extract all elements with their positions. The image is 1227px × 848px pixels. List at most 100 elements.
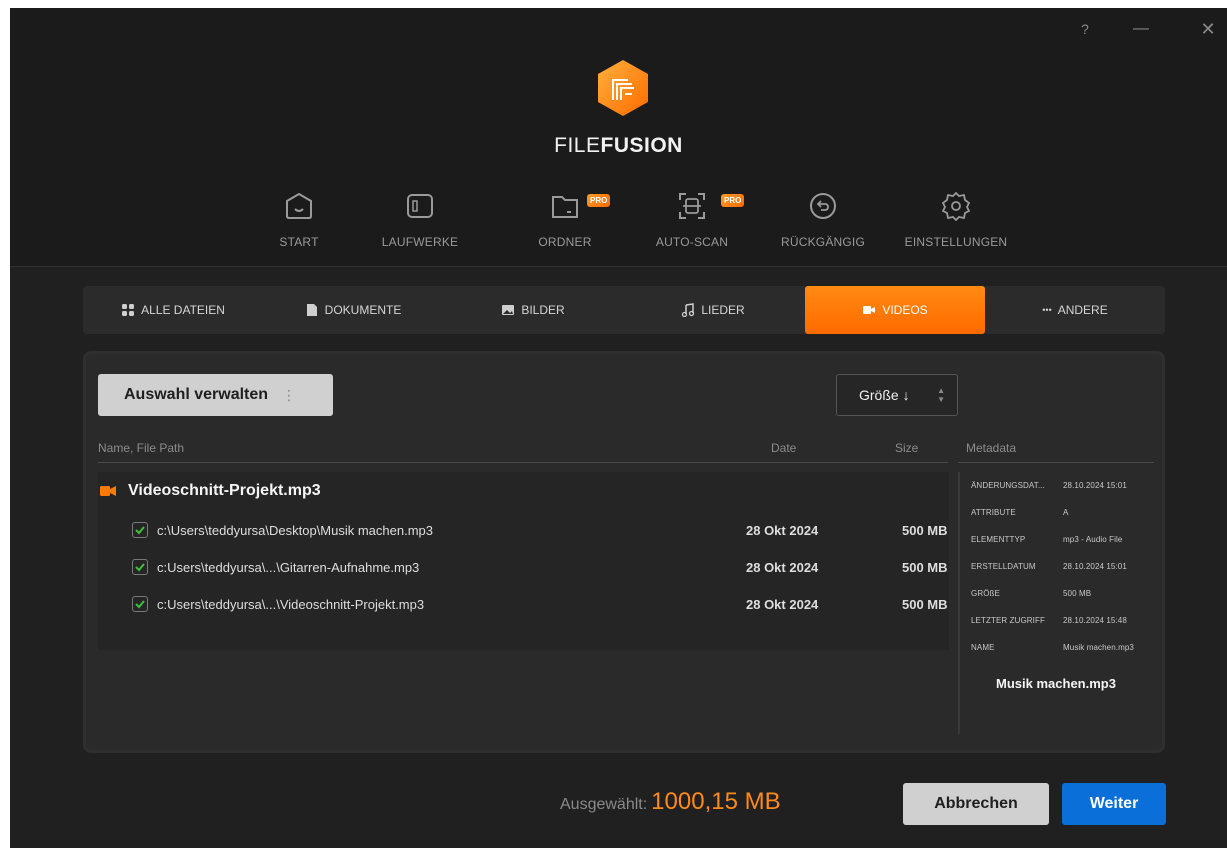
file-checkbox[interactable] bbox=[132, 596, 148, 612]
nav-label: START bbox=[279, 235, 319, 249]
file-row[interactable]: c:Users\teddyursa\...\Gitarren-Aufnahme.… bbox=[98, 549, 949, 585]
tab-label: LIEDER bbox=[701, 303, 745, 317]
document-icon bbox=[306, 304, 317, 316]
brand-name-bold: FUSION bbox=[600, 134, 683, 157]
checkmark-icon bbox=[135, 526, 145, 535]
video-file-icon bbox=[100, 486, 116, 496]
category-tabs: ALLE DATEIEN DOKUMENTE BILDER LIEDER VID… bbox=[83, 286, 1165, 334]
brand-name: FILEFUSION bbox=[10, 134, 1227, 158]
metadata-divider bbox=[958, 462, 1154, 463]
tab-videos[interactable]: VIDEOS bbox=[805, 286, 985, 334]
column-header-size[interactable]: Size bbox=[895, 441, 918, 455]
metadata-key: GRÖßE bbox=[971, 589, 1000, 598]
duplicate-group-row[interactable]: Videoschnitt-Projekt.mp3 bbox=[98, 472, 949, 510]
metadata-value: 28.10.2024 15:48 bbox=[1063, 616, 1127, 625]
nav-label: RÜCKGÄNGIG bbox=[780, 235, 865, 249]
checkmark-icon bbox=[135, 563, 145, 572]
manage-selection-button[interactable]: Auswahl verwalten ⋮ bbox=[98, 374, 333, 416]
file-date: 28 Okt 2024 bbox=[746, 596, 819, 612]
column-header-name[interactable]: Name, File Path bbox=[98, 441, 184, 455]
sort-select-value: Größe ↓ bbox=[859, 387, 910, 403]
nav-label: AUTO-SCAN bbox=[655, 235, 729, 249]
file-path: c:\Users\teddyursa\Desktop\Musik machen.… bbox=[157, 522, 433, 538]
metadata-value: Musik machen.mp3 bbox=[1063, 643, 1134, 652]
metadata-value: A bbox=[1063, 508, 1069, 517]
undo-icon bbox=[810, 193, 836, 219]
file-list: Videoschnitt-Projekt.mp3 c:\Users\teddyu… bbox=[98, 472, 949, 650]
pro-badge: PRO bbox=[587, 194, 611, 207]
column-header-metadata: Metadata bbox=[966, 441, 1017, 455]
nav-label: EINSTELLUNGEN bbox=[904, 235, 1008, 249]
sort-arrows-icon: ▲ ▼ bbox=[937, 386, 945, 404]
home-icon bbox=[286, 192, 312, 219]
metadata-scroll-divider[interactable] bbox=[958, 472, 960, 734]
brand-name-light: FILE bbox=[554, 134, 601, 157]
metadata-key: LETZTER ZUGRIFF bbox=[971, 616, 1045, 625]
nav-settings[interactable]: EINSTELLUNGEN bbox=[901, 191, 1011, 261]
file-checkbox[interactable] bbox=[132, 522, 148, 538]
folder-icon bbox=[552, 196, 578, 218]
file-row[interactable]: c:Users\teddyursa\...\Videoschnitt-Proje… bbox=[98, 586, 949, 622]
dots-icon: ••• bbox=[1042, 305, 1052, 315]
file-path: c:Users\teddyursa\...\Gitarren-Aufnahme.… bbox=[157, 559, 420, 575]
tab-others[interactable]: ••• ANDERE bbox=[985, 286, 1165, 334]
tab-documents[interactable]: DOKUMENTE bbox=[263, 286, 443, 334]
filefusion-logo-icon bbox=[598, 60, 648, 116]
tab-label: VIDEOS bbox=[882, 303, 928, 317]
file-path: c:Users\teddyursa\...\Videoschnitt-Proje… bbox=[157, 596, 425, 612]
music-icon bbox=[682, 303, 695, 317]
app-window: ? — ✕ FILEFUSION START LAUFWERKE PRO ORD… bbox=[10, 8, 1227, 848]
metadata-key: ERSTELLDATUM bbox=[971, 562, 1036, 571]
checkmark-icon bbox=[135, 600, 145, 609]
group-name: Videoschnitt-Projekt.mp3 bbox=[128, 482, 321, 499]
nav-label: ORDNER bbox=[538, 235, 592, 249]
file-size: 500 MB bbox=[902, 596, 948, 612]
tab-label: DOKUMENTE bbox=[324, 303, 402, 317]
help-button[interactable]: ? bbox=[1070, 16, 1100, 42]
tab-songs[interactable]: LIEDER bbox=[623, 286, 803, 334]
nav-drives[interactable]: LAUFWERKE bbox=[365, 191, 475, 261]
sort-select[interactable]: Größe ↓ ▲ ▼ bbox=[836, 374, 958, 416]
file-date: 28 Okt 2024 bbox=[746, 559, 819, 575]
file-checkbox[interactable] bbox=[132, 559, 148, 575]
file-row[interactable]: c:\Users\teddyursa\Desktop\Musik machen.… bbox=[98, 512, 949, 548]
metadata-key: ÄNDERUNGSDAT... bbox=[971, 481, 1045, 490]
metadata-value: 500 MB bbox=[1063, 589, 1092, 598]
metadata-file-name: Musik machen.mp3 bbox=[996, 676, 1116, 691]
image-icon bbox=[502, 305, 515, 315]
nav-auto-scan[interactable]: PRO AUTO-SCAN bbox=[637, 191, 747, 261]
tab-label: ANDERE bbox=[1057, 303, 1108, 317]
tab-label: BILDER bbox=[521, 303, 565, 317]
auto-scan-icon bbox=[679, 193, 705, 219]
nav-folders[interactable]: PRO ORDNER bbox=[510, 191, 620, 261]
tab-images[interactable]: BILDER bbox=[443, 286, 623, 334]
cancel-button[interactable]: Abbrechen bbox=[903, 783, 1049, 825]
selected-value: 1000,15 MB bbox=[651, 788, 781, 815]
nav-start[interactable]: START bbox=[244, 191, 354, 261]
metadata-key: ELEMENTTYP bbox=[971, 535, 1026, 544]
more-vertical-icon: ⋮ bbox=[282, 386, 297, 403]
header-divider bbox=[98, 462, 948, 463]
footer: Ausgewählt: 1000,15 MB Abbrechen Weiter bbox=[10, 778, 1227, 838]
header: ? — ✕ FILEFUSION START LAUFWERKE PRO ORD… bbox=[10, 8, 1227, 267]
file-date: 28 Okt 2024 bbox=[746, 522, 819, 538]
close-button[interactable]: ✕ bbox=[1193, 16, 1223, 42]
tab-label: ALLE DATEIEN bbox=[141, 303, 225, 317]
selected-size: Ausgewählt: 1000,15 MB bbox=[560, 788, 781, 816]
results-panel: Auswahl verwalten ⋮ Größe ↓ ▲ ▼ Name, Fil… bbox=[83, 351, 1165, 753]
selected-label: Ausgewählt: bbox=[560, 796, 648, 813]
minimize-button[interactable]: — bbox=[1126, 16, 1156, 42]
nav-label: LAUFWERKE bbox=[381, 235, 459, 249]
video-icon bbox=[863, 306, 876, 314]
column-header-date[interactable]: Date bbox=[771, 441, 796, 455]
next-button[interactable]: Weiter bbox=[1062, 783, 1166, 825]
metadata-value: 28.10.2024 15:01 bbox=[1063, 481, 1127, 490]
metadata-value: mp3 - Audio File bbox=[1063, 535, 1123, 544]
manage-selection-label: Auswahl verwalten bbox=[124, 386, 269, 403]
gear-icon bbox=[941, 191, 971, 221]
nav-undo[interactable]: RÜCKGÄNGIG bbox=[768, 191, 878, 261]
metadata-key: NAME bbox=[971, 643, 995, 652]
drive-icon bbox=[407, 194, 433, 218]
tab-all-files[interactable]: ALLE DATEIEN bbox=[83, 286, 263, 334]
metadata-key: ATTRIBUTE bbox=[971, 508, 1016, 517]
